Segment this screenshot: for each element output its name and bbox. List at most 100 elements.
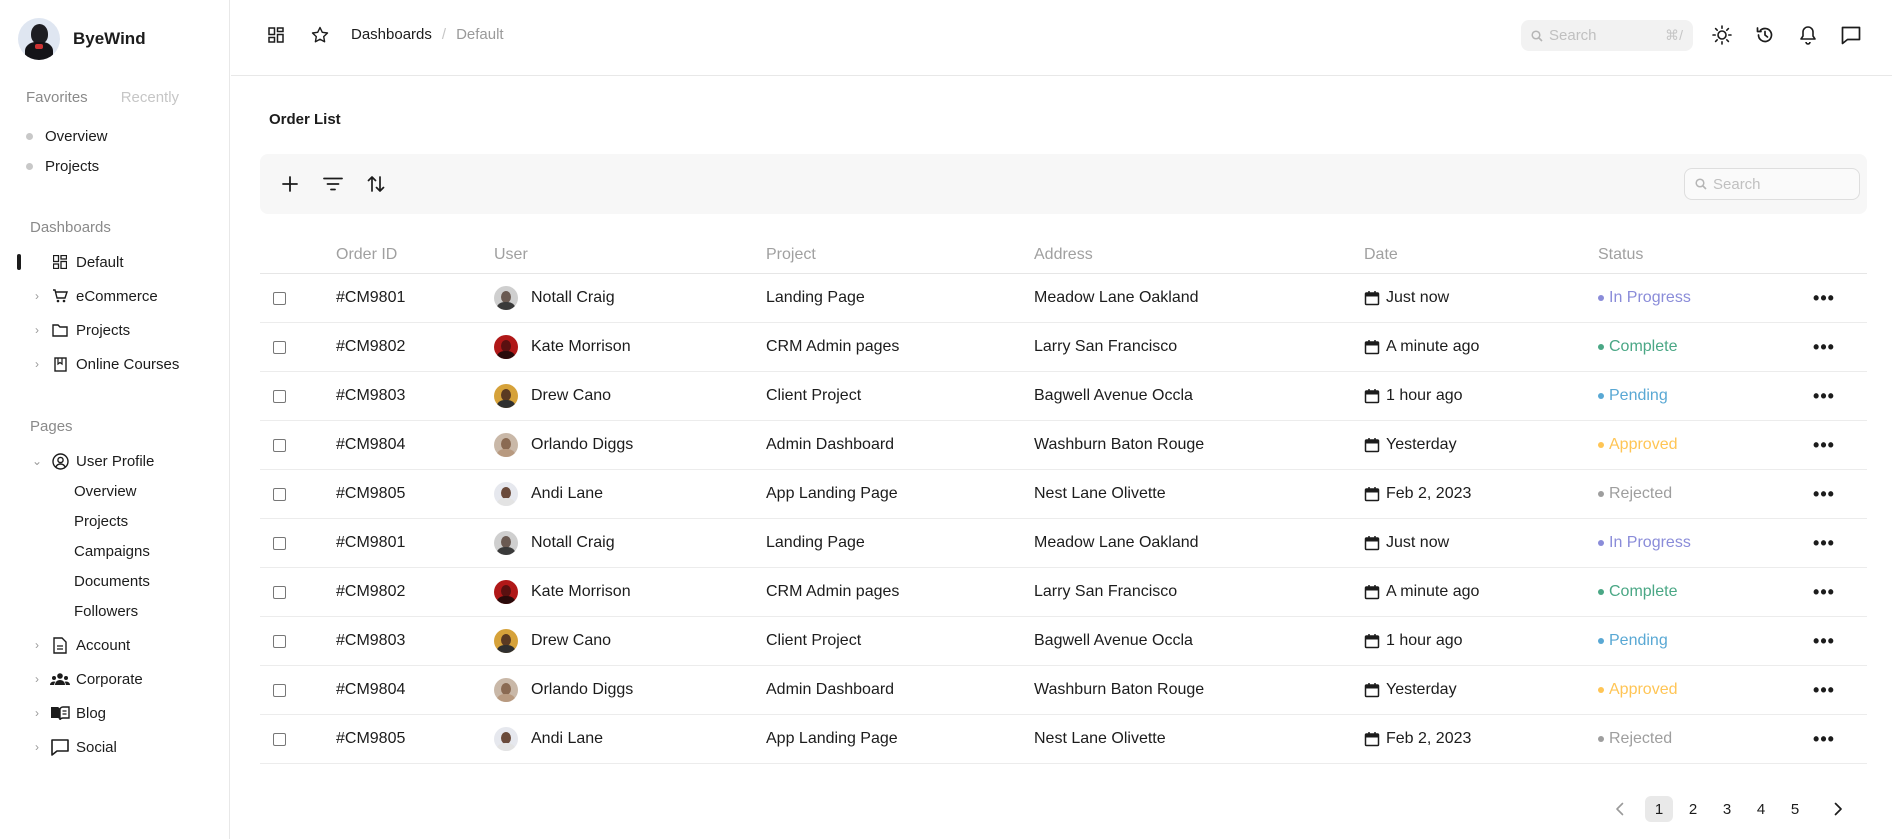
more-options-icon[interactable]: ••• — [1813, 338, 1835, 356]
sun-icon[interactable] — [1711, 24, 1733, 46]
table-search-input[interactable] — [1713, 175, 1843, 193]
row-checkbox[interactable] — [273, 487, 286, 501]
row-checkbox[interactable] — [273, 585, 286, 599]
message-icon[interactable] — [1840, 24, 1862, 46]
favorite-item-overview[interactable]: Overview — [26, 121, 108, 151]
calendar-icon — [1364, 487, 1380, 502]
column-header-status[interactable]: Status — [1598, 246, 1794, 264]
table-row[interactable]: #CM9804 Orlando Diggs Admin Dashboard Wa… — [260, 421, 1867, 470]
sidebar-item-user-profile[interactable]: ⌄ User Profile — [0, 446, 230, 476]
chevron-right-icon: › — [35, 357, 39, 371]
status-text: Pending — [1609, 387, 1668, 404]
row-checkbox[interactable] — [273, 683, 286, 697]
breadcrumb-dashboards[interactable]: Dashboards — [351, 26, 432, 43]
table-row[interactable]: #CM9802 Kate Morrison CRM Admin pages La… — [260, 568, 1867, 617]
row-checkbox[interactable] — [273, 340, 286, 354]
favorites-tabs: Favorites Recently — [26, 89, 179, 106]
user-name: Andi Lane — [531, 485, 604, 502]
row-checkbox[interactable] — [273, 438, 286, 452]
sidebar-item-social[interactable]: › Social — [0, 732, 230, 762]
table-row[interactable]: #CM9803 Drew Cano Client Project Bagwell… — [260, 617, 1867, 666]
more-options-icon[interactable]: ••• — [1813, 681, 1835, 699]
table-row[interactable]: #CM9802 Kate Morrison CRM Admin pages La… — [260, 323, 1867, 372]
history-icon[interactable] — [1754, 24, 1776, 46]
table-row[interactable]: #CM9804 Orlando Diggs Admin Dashboard Wa… — [260, 666, 1867, 715]
page-button-5[interactable]: 5 — [1781, 796, 1809, 822]
page-button-2[interactable]: 2 — [1679, 796, 1707, 822]
column-header-order-id[interactable]: Order ID — [336, 246, 494, 264]
dashboards-section-title: Dashboards — [30, 219, 111, 236]
date-text: 1 hour ago — [1386, 387, 1463, 404]
row-checkbox[interactable] — [273, 732, 286, 746]
column-header-user[interactable]: User — [494, 246, 766, 264]
calendar-icon — [1364, 536, 1380, 551]
sidebar-item-ecommerce[interactable]: › eCommerce — [0, 281, 230, 311]
sidebar-item-corporate[interactable]: › Corporate — [0, 664, 230, 694]
page-button-3[interactable]: 3 — [1713, 796, 1741, 822]
global-search[interactable]: Search ⌘/ — [1521, 20, 1693, 51]
table-row[interactable]: #CM9803 Drew Cano Client Project Bagwell… — [260, 372, 1867, 421]
more-options-icon[interactable]: ••• — [1813, 387, 1835, 405]
sidebar-item-label: Blog — [76, 704, 107, 722]
more-options-icon[interactable]: ••• — [1813, 436, 1835, 454]
sidebar-subitem-campaigns[interactable]: Campaigns — [0, 536, 230, 566]
more-options-icon[interactable]: ••• — [1813, 730, 1835, 748]
table-row[interactable]: #CM9801 Notall Craig Landing Page Meadow… — [260, 519, 1867, 568]
table-row[interactable]: #CM9801 Notall Craig Landing Page Meadow… — [260, 274, 1867, 323]
status-text: In Progress — [1609, 289, 1691, 306]
breadcrumb-current: Default — [456, 26, 504, 43]
calendar-icon — [1364, 585, 1380, 600]
column-header-project[interactable]: Project — [766, 246, 1034, 264]
table-row[interactable]: #CM9805 Andi Lane App Landing Page Nest … — [260, 470, 1867, 519]
user-name: Orlando Diggs — [531, 681, 634, 698]
tab-favorites[interactable]: Favorites — [26, 89, 88, 106]
more-options-icon[interactable]: ••• — [1813, 485, 1835, 503]
previous-page-button[interactable] — [1605, 796, 1635, 822]
avatar — [494, 678, 518, 702]
sidebar-item-account[interactable]: › Account — [0, 630, 230, 660]
chevron-left-icon — [1616, 802, 1624, 816]
tab-recently[interactable]: Recently — [121, 89, 179, 106]
more-options-icon[interactable]: ••• — [1813, 534, 1835, 552]
status-dot-icon — [1598, 491, 1604, 497]
search-shortcut: ⌘/ — [1665, 27, 1683, 43]
user-cell: Kate Morrison — [494, 335, 766, 359]
bell-icon[interactable] — [1797, 24, 1819, 46]
calendar-icon — [1364, 340, 1380, 355]
sidebar-item-default[interactable]: Default — [0, 247, 230, 277]
next-page-button[interactable] — [1823, 796, 1853, 822]
row-checkbox[interactable] — [273, 389, 286, 403]
order-id-cell: #CM9804 — [336, 436, 406, 453]
address-cell: Meadow Lane Oakland — [1034, 534, 1199, 551]
page-button-4[interactable]: 4 — [1747, 796, 1775, 822]
sidebar-item-blog[interactable]: › Blog — [0, 698, 230, 728]
page-button-1[interactable]: 1 — [1645, 796, 1673, 822]
column-header-date[interactable]: Date — [1364, 246, 1598, 264]
status-dot-icon — [1598, 589, 1604, 595]
filter-button[interactable] — [320, 171, 346, 197]
add-button[interactable] — [277, 171, 303, 197]
row-checkbox[interactable] — [273, 291, 286, 305]
sidebar-item-online-courses[interactable]: › Online Courses — [0, 349, 230, 379]
sidebar-item-projects[interactable]: › Projects — [0, 315, 230, 345]
brand[interactable]: ByeWind — [18, 18, 146, 60]
row-checkbox[interactable] — [273, 536, 286, 550]
sort-button[interactable] — [363, 171, 389, 197]
table-search[interactable] — [1684, 168, 1860, 200]
star-icon[interactable] — [309, 24, 331, 46]
more-options-icon[interactable]: ••• — [1813, 632, 1835, 650]
more-options-icon[interactable]: ••• — [1813, 289, 1835, 307]
more-options-icon[interactable]: ••• — [1813, 583, 1835, 601]
table-row[interactable]: #CM9805 Andi Lane App Landing Page Nest … — [260, 715, 1867, 764]
row-checkbox[interactable] — [273, 634, 286, 648]
sidebar-subitem-followers[interactable]: Followers — [0, 596, 230, 626]
pages-section-title: Pages — [30, 418, 73, 435]
sidebar-subitem-documents[interactable]: Documents — [0, 566, 230, 596]
sidebar-toggle-icon[interactable] — [265, 24, 287, 46]
chevron-right-icon — [1834, 802, 1842, 816]
favorite-item-projects[interactable]: Projects — [26, 151, 108, 181]
sidebar-subitem-projects[interactable]: Projects — [0, 506, 230, 536]
sidebar-subitem-overview[interactable]: Overview — [0, 476, 230, 506]
document-icon — [50, 635, 70, 655]
column-header-address[interactable]: Address — [1034, 246, 1364, 264]
